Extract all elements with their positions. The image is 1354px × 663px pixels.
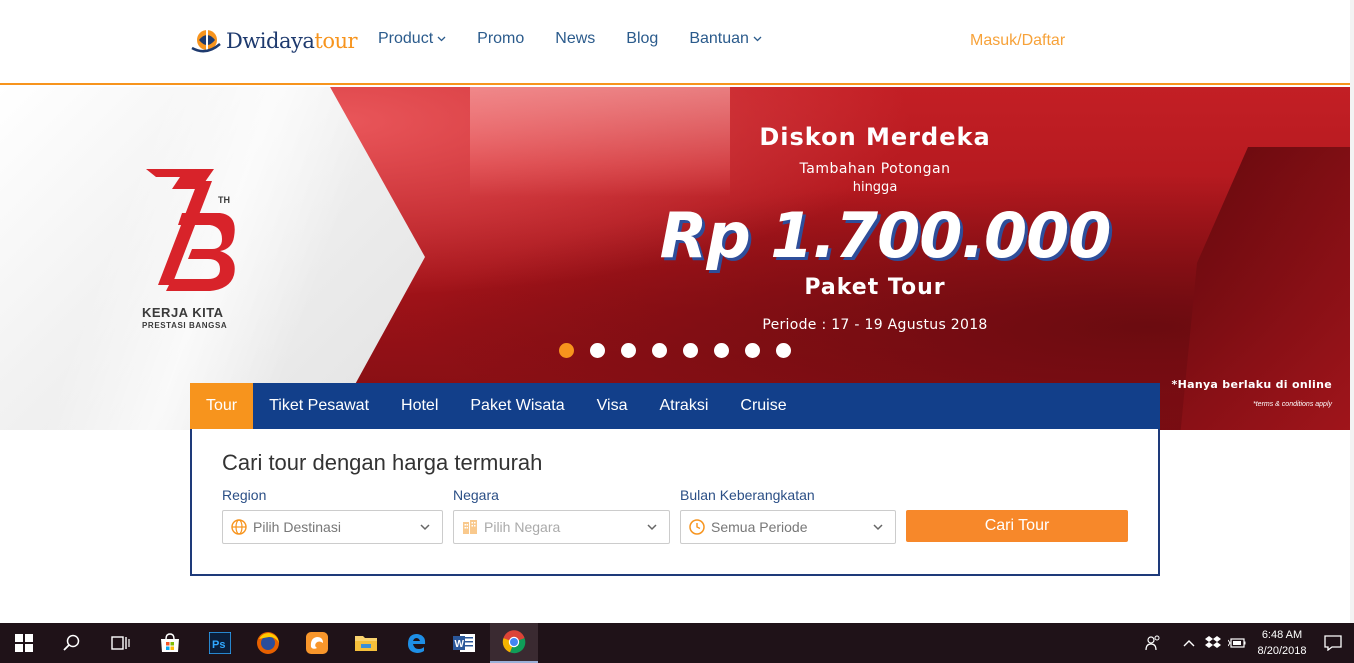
notification-icon xyxy=(1324,635,1342,651)
tab-visa[interactable]: Visa xyxy=(581,383,644,429)
nav-news[interactable]: News xyxy=(555,30,595,48)
logo-text: Dwidayatour xyxy=(226,29,358,53)
tray-show-hidden[interactable] xyxy=(1178,623,1200,663)
search-heading: Cari tour dengan harga termurah xyxy=(222,450,543,475)
emblem-suffix: TH xyxy=(218,195,230,205)
emblem-subtagline: PRESTASI BANGSA xyxy=(142,321,228,330)
login-register-link[interactable]: Masuk/Daftar xyxy=(970,32,1065,50)
clock-date: 8/20/2018 xyxy=(1257,645,1307,657)
search-icon xyxy=(63,634,80,651)
photoshop-icon: Ps xyxy=(209,632,231,654)
svg-text:W: W xyxy=(455,639,465,650)
uc-browser-icon xyxy=(306,632,328,654)
globe-logo-icon xyxy=(191,30,221,53)
taskbar-store[interactable] xyxy=(146,623,194,663)
site-header: Dwidayatour Product Promo News Blog Bant… xyxy=(0,0,1354,85)
store-icon xyxy=(161,633,179,652)
search-button[interactable] xyxy=(48,623,96,663)
carousel-dot[interactable] xyxy=(745,343,760,358)
carousel-dot[interactable] xyxy=(621,343,636,358)
building-icon xyxy=(463,520,477,534)
promo-subtitle: Tambahan Potongan xyxy=(799,161,951,177)
carousel-dot[interactable] xyxy=(714,343,729,358)
chevron-down-icon xyxy=(647,524,657,531)
negara-select[interactable]: Pilih Negara xyxy=(453,510,670,544)
promo-banner[interactable]: TH KERJA KITA PRESTASI BANGSA Diskon Mer… xyxy=(0,87,1350,430)
tray-dropbox[interactable] xyxy=(1202,623,1224,663)
dwidayatour-logo[interactable]: Dwidayatour xyxy=(190,26,358,56)
taskbar-chrome[interactable] xyxy=(490,623,538,663)
svg-text:Ps: Ps xyxy=(212,639,225,651)
windows-logo-icon xyxy=(15,634,33,652)
promo-subtitle-2: hingga xyxy=(852,180,898,195)
dropbox-icon xyxy=(1205,636,1221,648)
taskbar-file-explorer[interactable] xyxy=(342,623,390,663)
task-view-icon xyxy=(111,636,130,650)
page-scrollbar[interactable] xyxy=(1350,0,1354,623)
tab-tiket-pesawat[interactable]: Tiket Pesawat xyxy=(253,383,385,429)
region-label: Region xyxy=(222,487,267,503)
clock-icon xyxy=(689,519,705,535)
tray-people[interactable] xyxy=(1140,623,1166,663)
start-button[interactable] xyxy=(0,623,48,663)
promo-title: Diskon Merdeka xyxy=(759,123,991,151)
carousel-indicators xyxy=(559,343,791,358)
folder-icon xyxy=(355,636,377,651)
nav-promo[interactable]: Promo xyxy=(477,30,524,48)
chevron-down-icon xyxy=(753,36,762,42)
tray-battery[interactable] xyxy=(1226,623,1248,663)
carousel-dot[interactable] xyxy=(590,343,605,358)
tab-hotel[interactable]: Hotel xyxy=(385,383,454,429)
nav-product[interactable]: Product xyxy=(378,30,446,48)
firefox-icon xyxy=(257,632,279,654)
tab-atraksi[interactable]: Atraksi xyxy=(643,383,724,429)
search-tabs: Tour Tiket Pesawat Hotel Paket Wisata Visa At… xyxy=(190,383,1160,429)
promo-period: Periode : 17 - 19 Agustus 2018 xyxy=(762,317,988,333)
battery-icon xyxy=(1228,638,1246,648)
cari-tour-button[interactable]: Cari Tour xyxy=(906,510,1128,542)
carousel-dot[interactable] xyxy=(776,343,791,358)
taskbar-firefox[interactable] xyxy=(244,623,292,663)
promo-amount: Rp 1.700.000 xyxy=(659,199,1112,272)
task-view-button[interactable] xyxy=(96,623,144,663)
tab-tour[interactable]: Tour xyxy=(190,383,254,429)
promo-terms: *terms & conditions apply xyxy=(1253,401,1332,408)
chevron-down-icon xyxy=(437,36,446,42)
tab-cruise[interactable]: Cruise xyxy=(724,383,802,429)
chrome-icon xyxy=(502,630,526,654)
taskbar-word[interactable]: W xyxy=(440,623,488,663)
carousel-dot[interactable] xyxy=(683,343,698,358)
bulan-select[interactable]: Semua Periode xyxy=(680,510,896,544)
promo-product: Paket Tour xyxy=(804,275,946,300)
carousel-dot[interactable] xyxy=(559,343,574,358)
tray-action-center[interactable] xyxy=(1318,623,1348,663)
taskbar-photoshop[interactable]: Ps xyxy=(196,623,244,663)
word-icon: W xyxy=(453,634,475,652)
nav-bantuan[interactable]: Bantuan xyxy=(689,30,762,48)
tab-paket-wisata[interactable]: Paket Wisata xyxy=(454,383,580,429)
region-select[interactable]: Pilih Destinasi xyxy=(222,510,443,544)
promo-online-note: *Hanya berlaku di online xyxy=(1171,378,1332,391)
edge-icon xyxy=(408,634,426,653)
clock-time: 6:48 AM xyxy=(1261,629,1303,641)
taskbar-edge[interactable] xyxy=(392,623,440,663)
main-nav: Product Promo News Blog Bantuan xyxy=(378,30,793,48)
globe-icon xyxy=(231,519,247,535)
bulan-label: Bulan Keberangkatan xyxy=(680,487,815,503)
people-icon xyxy=(1145,635,1160,651)
taskbar-uc-browser[interactable] xyxy=(293,623,341,663)
emblem-tagline: KERJA KITA xyxy=(142,305,224,320)
negara-label: Negara xyxy=(453,487,499,503)
windows-taskbar: Ps W 6:48 AM 8/20/2018 xyxy=(0,623,1354,663)
hut-ri-73-emblem xyxy=(146,169,235,291)
chevron-up-icon xyxy=(1183,640,1195,647)
carousel-dot[interactable] xyxy=(652,343,667,358)
nav-blog[interactable]: Blog xyxy=(626,30,658,48)
system-clock[interactable]: 6:48 AM 8/20/2018 xyxy=(1250,627,1314,659)
chevron-down-icon xyxy=(420,524,430,531)
chevron-down-icon xyxy=(873,524,883,531)
